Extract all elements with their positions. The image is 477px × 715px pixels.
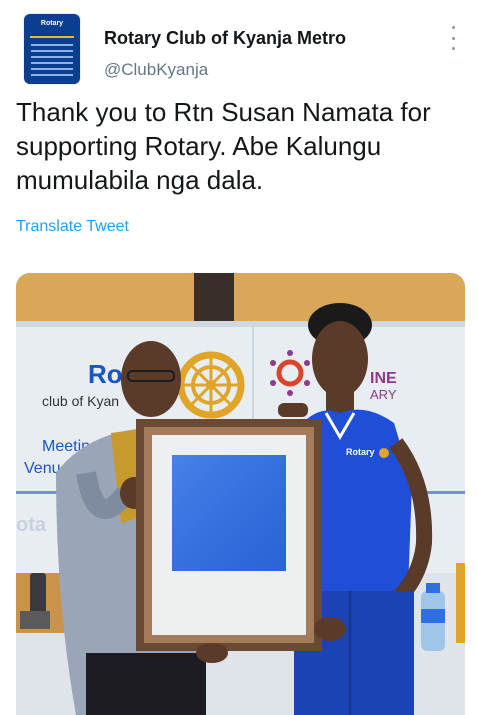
banner-text-venue: Venu (24, 460, 60, 477)
shirt-rotary-text: Rotary (346, 447, 375, 457)
banner-text-ine: INE (370, 370, 397, 387)
user-handle[interactable]: @ClubKyanja (104, 60, 208, 80)
banner-text-club: club of Kyan (42, 393, 119, 409)
more-vertical-icon[interactable] (446, 26, 460, 50)
banner-text-ary: ARY (370, 387, 397, 402)
rotary-club-avatar-icon[interactable]: Rotary (24, 14, 80, 84)
avatar-band (30, 36, 74, 38)
translate-tweet-link[interactable]: Translate Tweet (16, 218, 129, 236)
tweet-photo[interactable]: Ro club of Kyan Meetin Venu INE ARY ota (16, 273, 465, 715)
photo-illustration: Ro club of Kyan Meetin Venu INE ARY ota (16, 273, 465, 715)
avatar-logo-text: Rotary (40, 20, 64, 27)
tweet-text: Thank you to Rtn Susan Namata for suppor… (16, 97, 431, 195)
banner-text-ota: ota (16, 514, 47, 536)
avatar-lines (31, 44, 73, 80)
banner-text-ro: Ro (88, 359, 123, 389)
display-name[interactable]: Rotary Club of Kyanja Metro (104, 28, 346, 49)
tweet-card: Rotary Rotary Club of Kyanja Metro @Club… (0, 0, 477, 715)
